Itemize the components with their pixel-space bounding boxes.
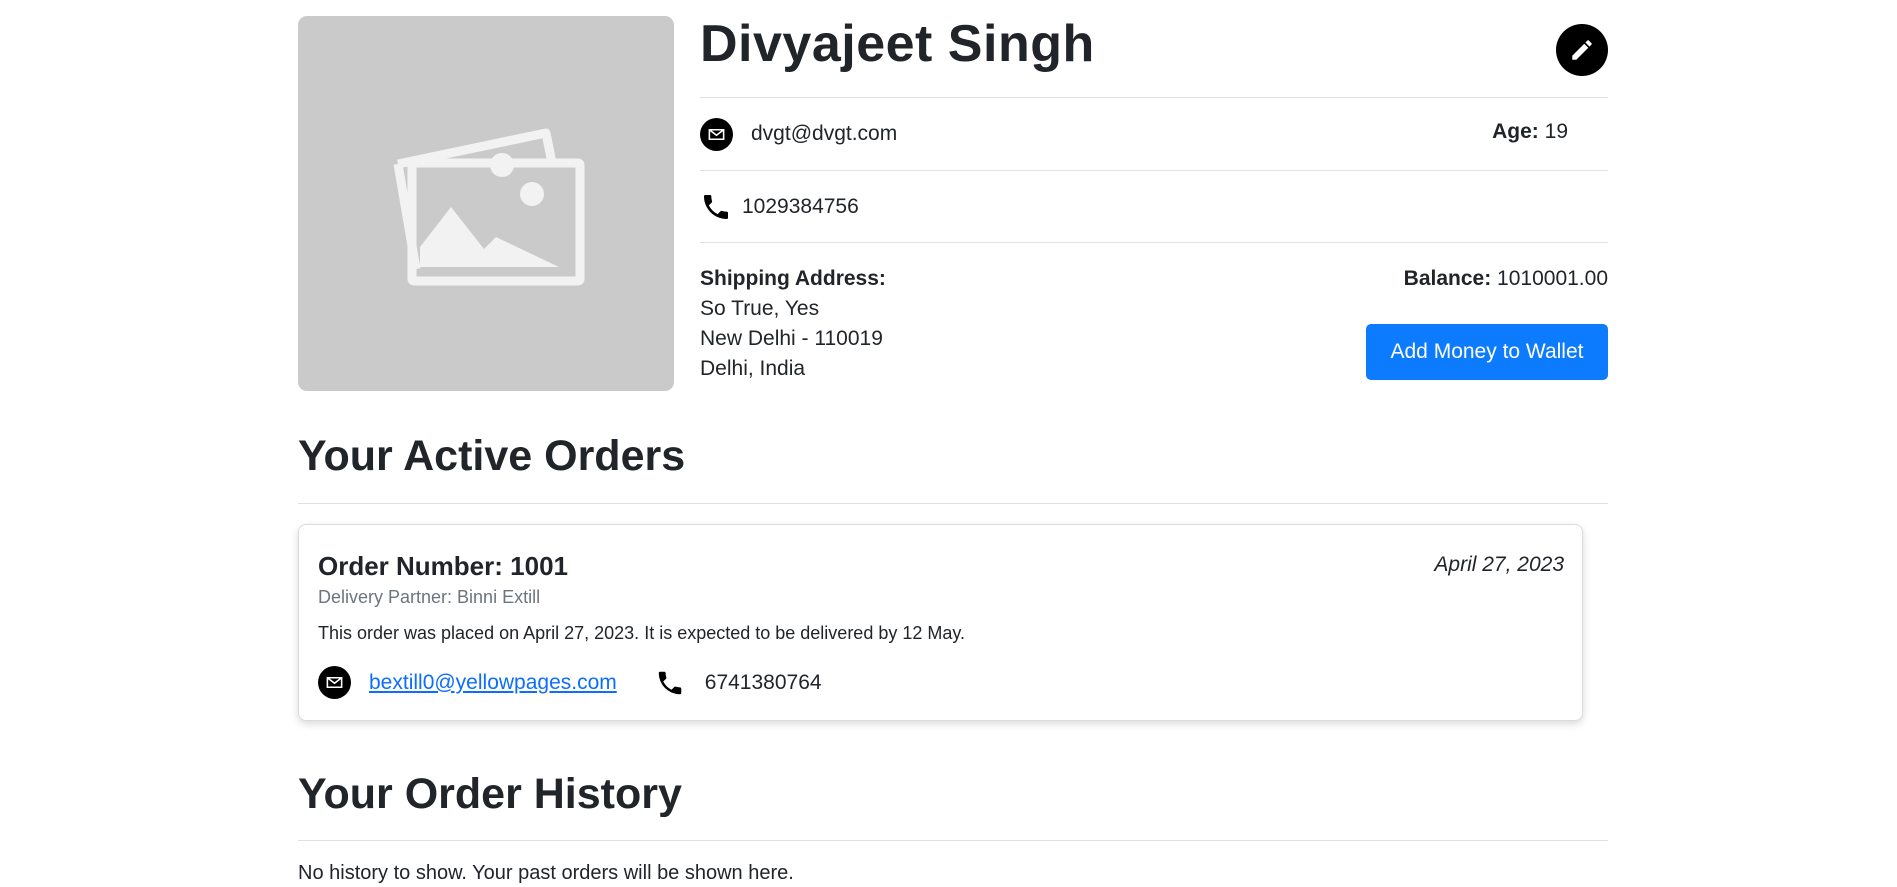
profile-image-placeholder [298,16,674,391]
envelope-icon [318,666,351,699]
email-row: dvgt@dvgt.com Age: 19 [700,98,1608,171]
add-money-button[interactable]: Add Money to Wallet [1366,324,1608,380]
empty-history-text: No history to show. Your past orders wil… [298,862,794,884]
profile-email: dvgt@dvgt.com [751,122,898,145]
partner-contact: bextill0@yellowpages.com 6741380764 [318,666,822,699]
order-date: April 27, 2023 [1434,553,1564,576]
active-orders-heading: Your Active Orders [298,432,686,480]
order-history-heading: Your Order History [298,770,682,818]
age-label: Age: [1492,120,1539,143]
balance-label: Balance: [1403,267,1492,290]
phone-icon [658,671,682,694]
profile-details: Divyajeet Singh dvgt@dvgt.com Age: 19 10… [700,0,1608,380]
shipping-address: Shipping Address: So True, Yes New Delhi… [700,264,886,384]
wallet-balance: Balance: 1010001.00 [1404,264,1608,294]
phone-row: 1029384756 [700,171,1608,243]
age-value: 19 [1544,120,1568,143]
image-placeholder-icon [393,128,585,285]
name-row: Divyajeet Singh [700,0,1608,98]
balance-value: 1010001.00 [1497,267,1608,290]
order-card: Order Number: 1001 April 27, 2023 Delive… [298,524,1583,721]
divider [298,503,1608,504]
profile-phone: 1029384756 [742,194,859,218]
address-line: New Delhi - 110019 [700,327,883,350]
profile-name: Divyajeet Singh [700,15,1095,73]
age-field: Age: 19 [1492,120,1568,144]
delivery-partner: Delivery Partner: Binni Extill [318,587,541,607]
order-description: This order was placed on April 27, 2023.… [318,623,966,643]
address-line: Delhi, India [700,357,806,380]
shipping-address-label: Shipping Address: [700,267,886,290]
pencil-icon [1572,40,1592,60]
envelope-icon [700,117,733,151]
address-line: So True, Yes [700,297,820,320]
edit-profile-button[interactable] [1556,24,1608,76]
order-number: Order Number: 1001 [318,551,568,581]
partner-phone: 6741380764 [704,670,822,694]
phone-icon [704,194,728,219]
partner-email-link[interactable]: bextill0@yellowpages.com [369,671,617,695]
divider [298,840,1608,841]
